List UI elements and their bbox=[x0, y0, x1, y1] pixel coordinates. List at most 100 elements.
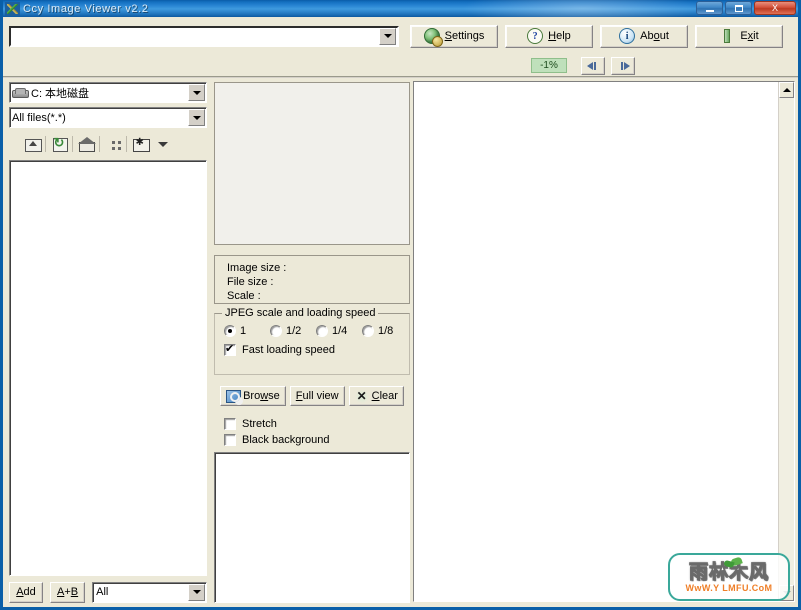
jpeg-scale-option-1-4[interactable]: 1/4 bbox=[316, 325, 362, 337]
settings-button[interactable]: Settings bbox=[410, 24, 498, 48]
clear-button[interactable]: ✕ Clear bbox=[348, 386, 404, 406]
clear-button-label: Clear bbox=[371, 390, 398, 402]
minimize-icon bbox=[705, 9, 714, 12]
chevron-down-icon[interactable] bbox=[188, 583, 205, 601]
jpeg-scale-options: 1 1/2 1/4 1/8 bbox=[215, 325, 409, 337]
refresh-button[interactable] bbox=[45, 133, 73, 155]
drive-combo[interactable]: C: 本地磁盘 bbox=[9, 82, 207, 103]
full-view-button-label: Full view bbox=[295, 390, 339, 402]
jpeg-scale-option-1-2-label: 1/2 bbox=[286, 325, 302, 337]
jpeg-scale-option-1-label: 1 bbox=[240, 325, 247, 337]
category-combo[interactable]: All bbox=[92, 581, 207, 603]
a-plus-b-label: A+B bbox=[57, 586, 79, 598]
image-canvas[interactable] bbox=[414, 82, 778, 601]
chevron-down-icon[interactable] bbox=[158, 141, 168, 147]
help-button-label: Help bbox=[548, 30, 571, 42]
checkbox-icon[interactable] bbox=[224, 434, 236, 446]
a-plus-b-button[interactable]: A+B bbox=[50, 581, 86, 603]
app-tool-icon bbox=[5, 1, 20, 16]
exit-button[interactable]: Exit bbox=[695, 24, 783, 48]
browse-button-label: Browse bbox=[243, 390, 280, 402]
checkbox-icon[interactable] bbox=[224, 418, 236, 430]
chevron-down-icon[interactable] bbox=[188, 84, 205, 101]
app-window: Ccy Image Viewer v2.2 X Settings ? Help … bbox=[0, 0, 801, 610]
watermark-url: WwW.Y LMFU.CoM bbox=[685, 582, 773, 593]
jpeg-scale-option-1-8[interactable]: 1/8 bbox=[362, 325, 408, 337]
black-background-label: Black background bbox=[242, 434, 330, 446]
maximize-icon bbox=[734, 4, 743, 12]
chevron-down-icon[interactable] bbox=[379, 27, 396, 45]
main-toolbar: Settings ? Help i About Exit bbox=[3, 17, 798, 55]
zoom-level-badge: -1% bbox=[531, 58, 567, 73]
exit-bar-icon bbox=[719, 28, 735, 44]
exit-button-label: Exit bbox=[740, 30, 759, 42]
image-size-label: Image size : bbox=[227, 262, 287, 274]
search-image-icon bbox=[226, 389, 242, 403]
add-button-label: Add bbox=[16, 586, 36, 598]
right-panel bbox=[413, 78, 798, 607]
next-image-button[interactable] bbox=[611, 56, 635, 75]
file-filter-value: All files(*.*) bbox=[12, 111, 66, 124]
chevron-down-icon[interactable] bbox=[188, 109, 205, 126]
jpeg-scale-option-1[interactable]: 1 bbox=[224, 325, 270, 337]
category-combo-value: All bbox=[96, 586, 109, 598]
stretch-checkbox[interactable]: Stretch bbox=[214, 416, 410, 432]
scroll-up-button[interactable] bbox=[779, 82, 794, 98]
thumbnail-preview[interactable] bbox=[214, 82, 410, 245]
up-folder-button[interactable] bbox=[19, 133, 46, 155]
close-button[interactable]: X bbox=[754, 1, 796, 15]
arrow-right-icon bbox=[617, 61, 630, 70]
x-icon: ✕ bbox=[354, 389, 369, 403]
fast-loading-speed-checkbox[interactable]: Fast loading speed bbox=[215, 342, 409, 356]
image-canvas-wrapper bbox=[413, 81, 795, 602]
vertical-scrollbar[interactable] bbox=[778, 82, 794, 601]
scale-label: Scale : bbox=[227, 290, 261, 302]
browse-button[interactable]: Browse bbox=[220, 386, 286, 406]
info-icon: i bbox=[619, 28, 636, 44]
jpeg-scale-legend: JPEG scale and loading speed bbox=[222, 307, 379, 319]
secondary-list[interactable] bbox=[214, 452, 410, 603]
about-button[interactable]: i About bbox=[600, 24, 688, 48]
refresh-icon bbox=[51, 135, 69, 152]
radio-icon[interactable] bbox=[362, 325, 374, 337]
file-filter-combo[interactable]: All files(*.*) bbox=[9, 107, 207, 128]
window-title: Ccy Image Viewer v2.2 bbox=[23, 2, 149, 15]
file-list[interactable] bbox=[9, 160, 207, 576]
image-info-box: Image size : File size : Scale : bbox=[214, 255, 410, 304]
grip-dots-icon bbox=[111, 141, 121, 150]
drive-combo-text: C: 本地磁盘 bbox=[31, 87, 90, 100]
settings-button-label: Settings bbox=[444, 30, 485, 42]
radio-icon[interactable] bbox=[316, 325, 328, 337]
globe-gear-icon bbox=[423, 28, 443, 47]
path-combo[interactable] bbox=[9, 25, 399, 47]
home-icon bbox=[77, 136, 96, 152]
radio-icon[interactable] bbox=[224, 325, 236, 337]
title-bar: Ccy Image Viewer v2.2 X bbox=[3, 0, 798, 17]
question-mark-icon: ? bbox=[527, 28, 544, 44]
jpeg-scale-option-1-2[interactable]: 1/2 bbox=[270, 325, 316, 337]
grip-button[interactable] bbox=[99, 133, 127, 155]
file-size-label: File size : bbox=[227, 276, 274, 288]
minimize-button[interactable] bbox=[696, 1, 723, 15]
add-button[interactable]: Add bbox=[9, 581, 43, 603]
drive-combo-value: C: 本地磁盘 bbox=[12, 85, 188, 101]
leaf-icon bbox=[723, 556, 743, 574]
maximize-button[interactable] bbox=[725, 1, 752, 15]
favorites-button[interactable] bbox=[126, 133, 154, 155]
jpeg-scale-option-1-4-label: 1/4 bbox=[332, 325, 348, 337]
fast-loading-speed-label: Fast loading speed bbox=[242, 344, 335, 356]
black-background-checkbox[interactable]: Black background bbox=[214, 432, 410, 448]
jpeg-scale-group: JPEG scale and loading speed 1 1/2 1/4 1… bbox=[214, 307, 410, 375]
previous-image-button[interactable] bbox=[581, 56, 605, 75]
help-button[interactable]: ? Help bbox=[505, 24, 593, 48]
window-controls: X bbox=[696, 1, 796, 15]
full-view-button[interactable]: Full view bbox=[289, 386, 345, 406]
radio-icon[interactable] bbox=[270, 325, 282, 337]
body-area: C: 本地磁盘 All files(*.*) Add bbox=[3, 78, 798, 607]
home-button[interactable] bbox=[72, 133, 100, 155]
drive-icon bbox=[12, 87, 29, 98]
arrow-left-icon bbox=[586, 61, 600, 70]
checkbox-icon[interactable] bbox=[224, 342, 236, 356]
file-toolbar bbox=[9, 132, 207, 156]
close-icon: X bbox=[771, 2, 778, 13]
